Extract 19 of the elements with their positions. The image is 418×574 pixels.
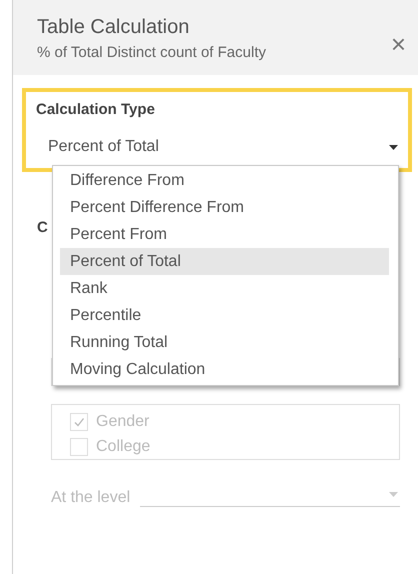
close-button[interactable]: × [390,13,406,75]
dropdown-option[interactable]: Running Total [60,329,389,356]
checkbox-label: College [96,438,150,456]
checkbox-label: Gender [96,412,150,430]
dropdown-option[interactable]: Percent From [60,221,389,248]
caret-icon [389,144,398,150]
dropdown-option[interactable]: Percentile [60,302,389,329]
dropdown-option[interactable]: Percent Difference From [60,194,389,221]
panel-title: Table Calculation [37,15,190,40]
caret-icon [389,492,398,496]
panel-subtitle: % of Total Distinct count of Faculty [37,43,266,63]
dropdown-option[interactable]: Percent of Total [60,248,389,275]
field-label: Calculation Type [36,100,156,120]
calculation-type-dropdown[interactable]: Percent of Total [36,135,398,159]
check-icon [73,416,85,428]
field-label: At the level [51,489,130,507]
dropdown-option[interactable]: Rank [60,275,389,302]
section-label: C [37,218,49,238]
dropdown-option[interactable]: Difference From [60,167,389,194]
